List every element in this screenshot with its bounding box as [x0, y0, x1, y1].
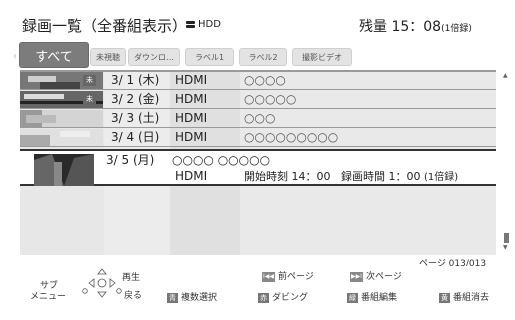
blue-key-icon: 青 [167, 292, 178, 303]
thumbnail [20, 110, 103, 127]
scroll-up-icon[interactable]: ▲ [503, 72, 508, 79]
recording-title: ○○○ [244, 111, 276, 125]
skip-back-icon: I◀◀ [262, 271, 275, 282]
thumbnail [20, 129, 103, 146]
list-scrollbar[interactable]: ▲ ▼ [503, 70, 510, 255]
remaining-capacity: 残量 15：08(1倍録) [359, 16, 472, 36]
play-label: 再生 [122, 273, 141, 283]
storage-label: HDD [198, 19, 221, 30]
selected-details: 開始時刻 14：00 録画時間 1：00 (1倍録) [244, 168, 458, 185]
hdd-icon [186, 20, 195, 29]
prev-page-label: 前ページ [278, 272, 314, 282]
red-key-icon: 赤 [258, 292, 269, 303]
yellow-key-hint[interactable]: 黄番組消去 [439, 290, 489, 303]
yellow-key-icon: 黄 [439, 292, 450, 303]
recording-source: HDMI [175, 130, 208, 144]
next-page-label: 次ページ [366, 272, 402, 282]
selected-date: 3/ 5 (月) [106, 153, 155, 167]
selected-recording-row[interactable]: 3/ 5 (月) ○○○○ ○○○○○ HDMI 開始時刻 14：00 録画時間… [20, 149, 496, 186]
green-key-label: 番組編集 [361, 293, 398, 303]
recording-date: 3/ 1 (木) [111, 73, 160, 87]
recording-row[interactable]: 3/ 3 (土) HDMI ○○○ [20, 110, 496, 128]
selected-thumbnail [34, 154, 94, 186]
recording-list-screen: 録画一覧（全番組表示） HDD 残量 15：08(1倍録) ‹ すべて 未視聴 … [0, 0, 515, 320]
remaining-mode: (1倍録) [441, 24, 472, 34]
recording-date: 3/ 2 (金) [111, 92, 160, 106]
recording-title: ○○○○○ [244, 92, 297, 106]
submenu-button-icon [82, 288, 88, 294]
dpad-icon [88, 268, 116, 298]
recording-list: 未 3/ 1 (木) HDMI ○○○○ 未 3/ 2 (金) HDMI ○○○… [20, 70, 496, 255]
recording-title: ○○○○ [244, 73, 286, 87]
tab-label1[interactable]: ラベル1 [185, 48, 234, 66]
yellow-key-label: 番組消去 [453, 293, 490, 303]
remaining-label: 残量 [359, 19, 387, 35]
prev-page-hint[interactable]: I◀◀ 前ページ [262, 269, 314, 282]
selected-title: ○○○○ ○○○○○ [172, 153, 271, 167]
green-key-icon: 緑 [347, 292, 358, 303]
selected-source: HDMI [175, 169, 208, 183]
red-key-label: ダビング [272, 293, 309, 303]
back-label: 戻る [124, 291, 143, 301]
duration-label: 録画時間 [341, 170, 385, 183]
recording-title: ○○○○○○○○○ [244, 130, 339, 144]
unwatched-badge: 未 [83, 94, 96, 105]
recording-source: HDMI [175, 73, 208, 87]
tab-left-arrow-icon[interactable]: ‹ [13, 51, 17, 62]
tab-label2[interactable]: ラベル2 [239, 48, 287, 66]
tab-camera-video[interactable]: 撮影ビデオ [292, 48, 352, 66]
recording-date: 3/ 3 (土) [111, 111, 160, 125]
green-key-hint[interactable]: 緑番組編集 [347, 290, 397, 303]
button-guide: サブ メニュー 再生 戻る I◀◀ 前ページ ▶▶I 次ページ 青複数選択 赤ダビン… [0, 266, 515, 320]
record-mode: (1倍録) [424, 172, 459, 183]
thumbnail: 未 [20, 91, 103, 108]
tab-download[interactable]: ダウンロ… [128, 48, 180, 66]
blue-key-hint[interactable]: 青複数選択 [167, 290, 217, 303]
sub-menu-label-2: メニュー [30, 292, 67, 302]
storage-indicator: HDD [186, 19, 221, 30]
recording-source: HDMI [175, 111, 208, 125]
start-time: 14：00 [291, 170, 331, 183]
recording-row[interactable]: 未 3/ 2 (金) HDMI ○○○○○ [20, 91, 496, 109]
back-button-icon [116, 288, 122, 294]
skip-forward-icon: ▶▶I [350, 271, 363, 282]
recording-row[interactable]: 未 3/ 1 (木) HDMI ○○○○ [20, 72, 496, 90]
recording-row[interactable]: 3/ 4 (日) HDMI ○○○○○○○○○ [20, 129, 496, 147]
scroll-down-icon[interactable]: ▼ [503, 244, 508, 251]
duration: 1：00 [388, 170, 421, 183]
tab-unwatched[interactable]: 未視聴 [90, 48, 126, 66]
recording-date: 3/ 4 (日) [111, 130, 160, 144]
scroll-thumb[interactable] [504, 233, 509, 243]
next-page-hint[interactable]: ▶▶I 次ページ [350, 269, 402, 282]
filter-tabs: ‹ すべて 未視聴 ダウンロ… ラベル1 ラベル2 撮影ビデオ [13, 42, 503, 70]
page-title: 録画一覧（全番組表示） [22, 17, 188, 35]
red-key-hint[interactable]: 赤ダビング [258, 290, 308, 303]
recording-source: HDMI [175, 92, 208, 106]
remaining-time: 15：08 [391, 19, 442, 35]
thumbnail: 未 [20, 72, 103, 89]
tab-all[interactable]: すべて [19, 42, 89, 68]
unwatched-badge: 未 [83, 75, 96, 86]
blue-key-label: 複数選択 [181, 293, 218, 303]
start-label: 開始時刻 [244, 170, 288, 183]
